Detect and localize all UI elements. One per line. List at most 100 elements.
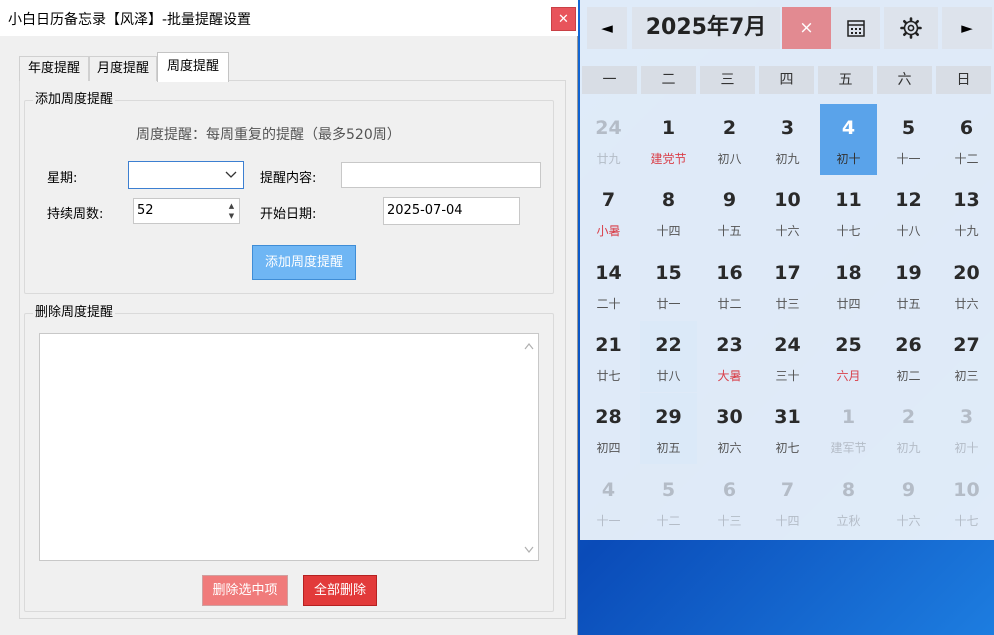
weekday-select[interactable]: [128, 161, 244, 189]
lunar-date: 十七: [954, 514, 979, 528]
calendar-day[interactable]: 9 十五: [701, 176, 758, 247]
reminder-content-input[interactable]: [341, 162, 541, 188]
start-date-field[interactable]: 2025-07-04: [383, 197, 520, 225]
calendar-day[interactable]: 2 初八: [701, 104, 758, 175]
day-number: 8: [661, 189, 676, 211]
calendar-day[interactable]: 7 小暑: [580, 176, 637, 247]
content-label: 提醒内容:: [260, 171, 317, 186]
close-icon: ×: [799, 18, 814, 38]
day-number: 15: [655, 262, 682, 284]
calendar-day[interactable]: 6 十三: [701, 466, 758, 537]
start-date-label: 开始日期:: [260, 207, 317, 222]
weeks-stepper[interactable]: 52 ▲ ▼: [133, 198, 240, 224]
calendar-day[interactable]: 19 廿五: [880, 249, 937, 320]
calendar-day[interactable]: 30 初六: [701, 393, 758, 464]
month-title[interactable]: 2025年7月: [632, 7, 780, 49]
dialog-titlebar[interactable]: 小白日历备忘录【风泽】-批量提醒设置 ✕: [0, 0, 578, 36]
calendar-day[interactable]: 9 十六: [880, 466, 937, 537]
calendar-day[interactable]: 28 初四: [580, 393, 637, 464]
chevron-up-icon[interactable]: [524, 342, 534, 350]
tab-weekly[interactable]: 周度提醒: [157, 52, 229, 82]
weeks-value: 52: [137, 203, 154, 218]
calendar-day[interactable]: 24 三十: [759, 321, 816, 392]
calendar-day[interactable]: 4 初十: [820, 104, 877, 175]
calendar-day[interactable]: 3 初十: [938, 393, 994, 464]
day-number: 9: [901, 479, 916, 501]
calendar-day[interactable]: 12 十八: [880, 176, 937, 247]
spin-up-icon[interactable]: ▲: [226, 201, 237, 211]
spin-down-icon[interactable]: ▼: [226, 211, 237, 221]
day-number: 22: [655, 334, 682, 356]
add-hint-text: 周度提醒：每周重复的提醒（最多520周）: [136, 127, 401, 143]
dialog-close-button[interactable]: ✕: [551, 7, 576, 31]
calendar-day[interactable]: 7 十四: [759, 466, 816, 537]
calendar-day[interactable]: 20 廿六: [938, 249, 994, 320]
calendar-day[interactable]: 16 廿二: [701, 249, 758, 320]
calendar-day[interactable]: 1 建军节: [820, 393, 877, 464]
lunar-date: 廿七: [596, 369, 621, 383]
delete-selected-button[interactable]: 删除选中项: [202, 575, 288, 606]
settings-button[interactable]: [884, 7, 938, 49]
chevron-down-icon[interactable]: [524, 546, 534, 554]
calendar-day[interactable]: 2 初九: [880, 393, 937, 464]
calendar-close-button[interactable]: ×: [782, 7, 831, 49]
calendar-day[interactable]: 6 十二: [938, 104, 994, 175]
add-weekly-button[interactable]: 添加周度提醒: [252, 245, 356, 280]
day-number: 18: [835, 262, 862, 284]
calendar-day[interactable]: 22 廿八: [640, 321, 697, 392]
prev-month-button[interactable]: ◄: [587, 7, 627, 49]
lunar-date: 初十: [954, 441, 979, 455]
close-icon: ✕: [558, 12, 569, 27]
calendar-view-button[interactable]: [831, 7, 880, 49]
delete-all-button[interactable]: 全部删除: [303, 575, 377, 606]
calendar-day[interactable]: 13 十九: [938, 176, 994, 247]
calendar-day[interactable]: 10 十六: [759, 176, 816, 247]
day-number: 31: [774, 406, 801, 428]
lunar-date: 初十: [836, 152, 861, 166]
lunar-date: 立秋: [836, 514, 861, 528]
calendar-day[interactable]: 31 初七: [759, 393, 816, 464]
day-number: 5: [901, 117, 916, 139]
calendar-day[interactable]: 3 初九: [759, 104, 816, 175]
day-number: 24: [774, 334, 801, 356]
calendar-day[interactable]: 11 十七: [820, 176, 877, 247]
lunar-date: 十五: [717, 224, 742, 238]
calendar-day[interactable]: 8 立秋: [820, 466, 877, 537]
day-number: 17: [774, 262, 801, 284]
tab-monthly[interactable]: 月度提醒: [89, 56, 157, 81]
weekday-label: 星期:: [47, 171, 78, 186]
calendar-day[interactable]: 4 十一: [580, 466, 637, 537]
calendar-day[interactable]: 17 廿三: [759, 249, 816, 320]
day-number: 3: [780, 117, 795, 139]
calendar-day[interactable]: 27 初三: [938, 321, 994, 392]
lunar-date: 十八: [896, 224, 921, 238]
day-number: 7: [601, 189, 616, 211]
calendar-day[interactable]: 23 大暑: [701, 321, 758, 392]
lunar-date: 二十: [596, 297, 621, 311]
tab-yearly[interactable]: 年度提醒: [19, 56, 89, 81]
calendar-day[interactable]: 15 廿一: [640, 249, 697, 320]
lunar-date: 初四: [596, 441, 621, 455]
calendar-day[interactable]: 18 廿四: [820, 249, 877, 320]
lunar-date: 十四: [775, 514, 800, 528]
arrow-right-icon: ►: [961, 19, 973, 37]
day-number: 19: [895, 262, 922, 284]
calendar-day[interactable]: 25 六月: [820, 321, 877, 392]
calendar-day[interactable]: 24 廿九: [580, 104, 637, 175]
calendar-day[interactable]: 26 初二: [880, 321, 937, 392]
calendar-day[interactable]: 29 初五: [640, 393, 697, 464]
calendar-day[interactable]: 8 十四: [640, 176, 697, 247]
calendar-day[interactable]: 5 十二: [640, 466, 697, 537]
calendar-day[interactable]: 10 十七: [938, 466, 994, 537]
calendar-day[interactable]: 21 廿七: [580, 321, 637, 392]
calendar-day[interactable]: 1 建党节: [640, 104, 697, 175]
day-number: 4: [601, 479, 616, 501]
calendar-day[interactable]: 14 二十: [580, 249, 637, 320]
weekly-reminder-list[interactable]: [39, 333, 539, 561]
list-scrollbar[interactable]: [518, 333, 539, 561]
next-month-button[interactable]: ►: [942, 7, 992, 49]
calendar-day[interactable]: 5 十一: [880, 104, 937, 175]
day-number: 6: [722, 479, 737, 501]
day-number: 10: [953, 479, 980, 501]
day-number: 14: [595, 262, 622, 284]
